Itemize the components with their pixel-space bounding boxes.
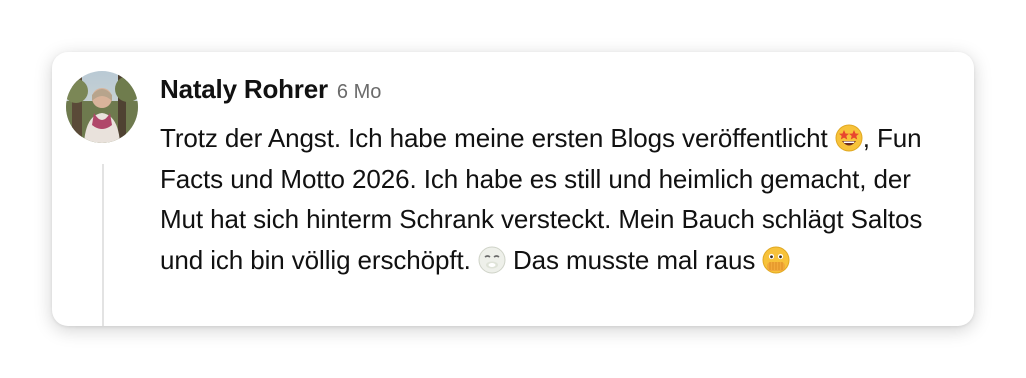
star-struck-emoji-icon (835, 124, 863, 152)
comment-text-part-1: Trotz der Angst. Ich habe meine ersten B… (160, 123, 835, 153)
face-exhaling-emoji-icon (478, 246, 506, 274)
comment-text: Trotz der Angst. Ich habe meine ersten B… (160, 118, 960, 280)
comment-content: Nataly Rohrer 6 Mo Trotz der Angst. Ich … (160, 74, 960, 280)
comment-text-part-3: Das musste mal raus (505, 244, 763, 275)
comment-card: Nataly Rohrer 6 Mo Trotz der Angst. Ich … (52, 52, 974, 326)
thread-line (102, 164, 104, 326)
avatar[interactable] (66, 71, 138, 143)
face-with-open-eyes-and-hand-over-mouth-emoji-icon (762, 246, 790, 274)
user-avatar-photo-icon (66, 71, 138, 143)
author-name[interactable]: Nataly Rohrer (160, 74, 328, 105)
comment-header: Nataly Rohrer 6 Mo (160, 74, 960, 114)
comment-timestamp: 6 Mo (336, 81, 382, 103)
